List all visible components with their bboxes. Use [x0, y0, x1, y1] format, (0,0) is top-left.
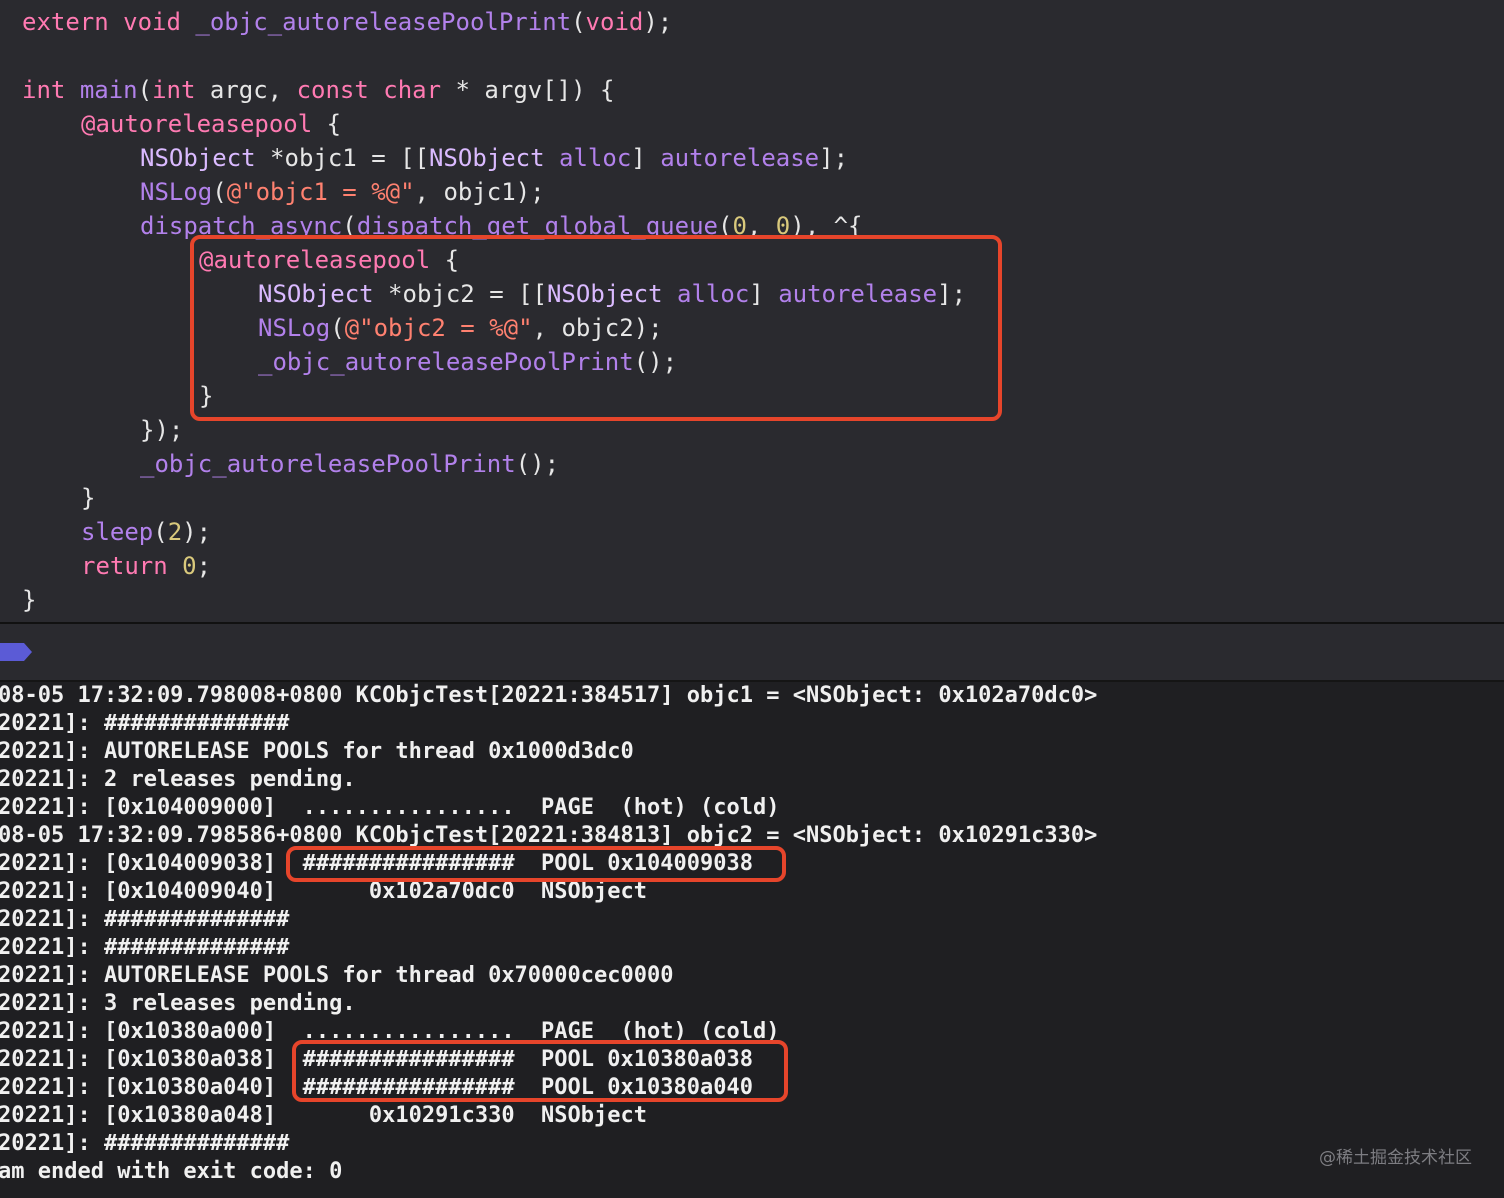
code-token: NSObject [140, 144, 256, 172]
code-token: (); [515, 450, 560, 478]
code-editor[interactable]: extern void _objc_autoreleasePoolPrint(v… [0, 0, 1504, 622]
code-token: ); [643, 8, 673, 36]
code-token: ( [571, 8, 586, 36]
console-line: 20221]: ############## [0, 907, 290, 932]
code-token: ]; [819, 144, 849, 172]
code-token: int [22, 76, 66, 104]
code-token: 0 [182, 552, 197, 580]
code-line: @autoreleasepool { [81, 107, 341, 141]
console-line: 20221]: [0x104009000] ................ P… [0, 795, 780, 820]
code-token: , objc1); [414, 178, 545, 206]
console-line: 20221]: [0x104009040] 0x102a70dc0 NSObje… [0, 879, 648, 904]
code-line: NSLog(@"objc1 = %@", objc1); [140, 175, 545, 209]
code-token: *objc1 = [[ [255, 144, 429, 172]
code-line: } [81, 481, 95, 515]
code-token: NSObject [428, 144, 545, 172]
code-token: alloc [559, 144, 632, 172]
watermark: @稀土掘金技术社区 [1319, 1148, 1472, 1168]
code-token: ( [212, 178, 227, 206]
console-line: 20221]: [0x10380a048] 0x10291c330 NSObje… [0, 1103, 648, 1128]
debug-bar [0, 624, 1504, 682]
code-token: extern [22, 8, 109, 36]
console-line: 20221]: AUTORELEASE POOLS for thread 0x1… [0, 739, 634, 764]
code-token: } [81, 484, 96, 512]
code-line: return 0; [81, 549, 211, 583]
code-token: { [312, 110, 342, 138]
code-token: @autoreleasepool [81, 110, 313, 138]
code-line: sleep(2); [81, 515, 211, 549]
code-token: ); [182, 518, 212, 546]
console-line: 08-05 17:32:09.798008+0800 KCObjcTest[20… [0, 683, 1098, 708]
code-token: int [152, 76, 196, 104]
code-line: int main(int argc, const char * argv[]) … [22, 73, 614, 107]
console-highlight-box [292, 1040, 788, 1102]
code-token: ( [137, 76, 153, 104]
code-token: }); [140, 416, 184, 444]
code-line: NSObject *objc1 = [[NSObject alloc] auto… [140, 141, 848, 175]
code-token: _objc_autoreleasePoolPrint [140, 450, 516, 478]
code-token: char [383, 76, 442, 104]
code-token: } [22, 586, 37, 614]
console-line: 20221]: ############## [0, 711, 290, 736]
code-token: _objc_autoreleasePoolPrint [195, 8, 572, 36]
code-token: main [79, 76, 138, 104]
code-token: void [123, 8, 181, 36]
code-token: ] [631, 144, 661, 172]
code-token: argc, [195, 76, 297, 104]
code-line: } [22, 583, 36, 617]
code-token: @"objc1 = %@" [226, 178, 415, 206]
console-highlight-box [286, 846, 786, 882]
code-token: ; [196, 552, 212, 580]
breakpoint-icon[interactable] [0, 643, 32, 661]
code-token: * argv[]) { [441, 76, 615, 104]
console-line: am ended with exit code: 0 [0, 1159, 343, 1184]
code-token: autorelease [660, 144, 820, 172]
code-token: ( [153, 518, 168, 546]
code-token: NSLog [140, 178, 213, 206]
code-line: extern void _objc_autoreleasePoolPrint(v… [22, 5, 672, 39]
code-token: sleep [81, 518, 154, 546]
code-highlight-box [190, 235, 1002, 421]
code-line: }); [140, 413, 183, 447]
console-line: 20221]: 2 releases pending. [0, 767, 356, 792]
code-line: _objc_autoreleasePoolPrint(); [140, 447, 559, 481]
console-line: 20221]: ############## [0, 1131, 290, 1156]
console-line: 20221]: AUTORELEASE POOLS for thread 0x7… [0, 963, 674, 988]
code-token: 2 [167, 518, 183, 546]
console-output[interactable]: 08-05 17:32:09.798008+0800 KCObjcTest[20… [0, 682, 1504, 1198]
console-line: 20221]: ############## [0, 935, 290, 960]
code-token: void [585, 8, 644, 36]
console-line: 20221]: 3 releases pending. [0, 991, 356, 1016]
code-token: return [81, 552, 168, 580]
code-token: const [296, 76, 369, 104]
